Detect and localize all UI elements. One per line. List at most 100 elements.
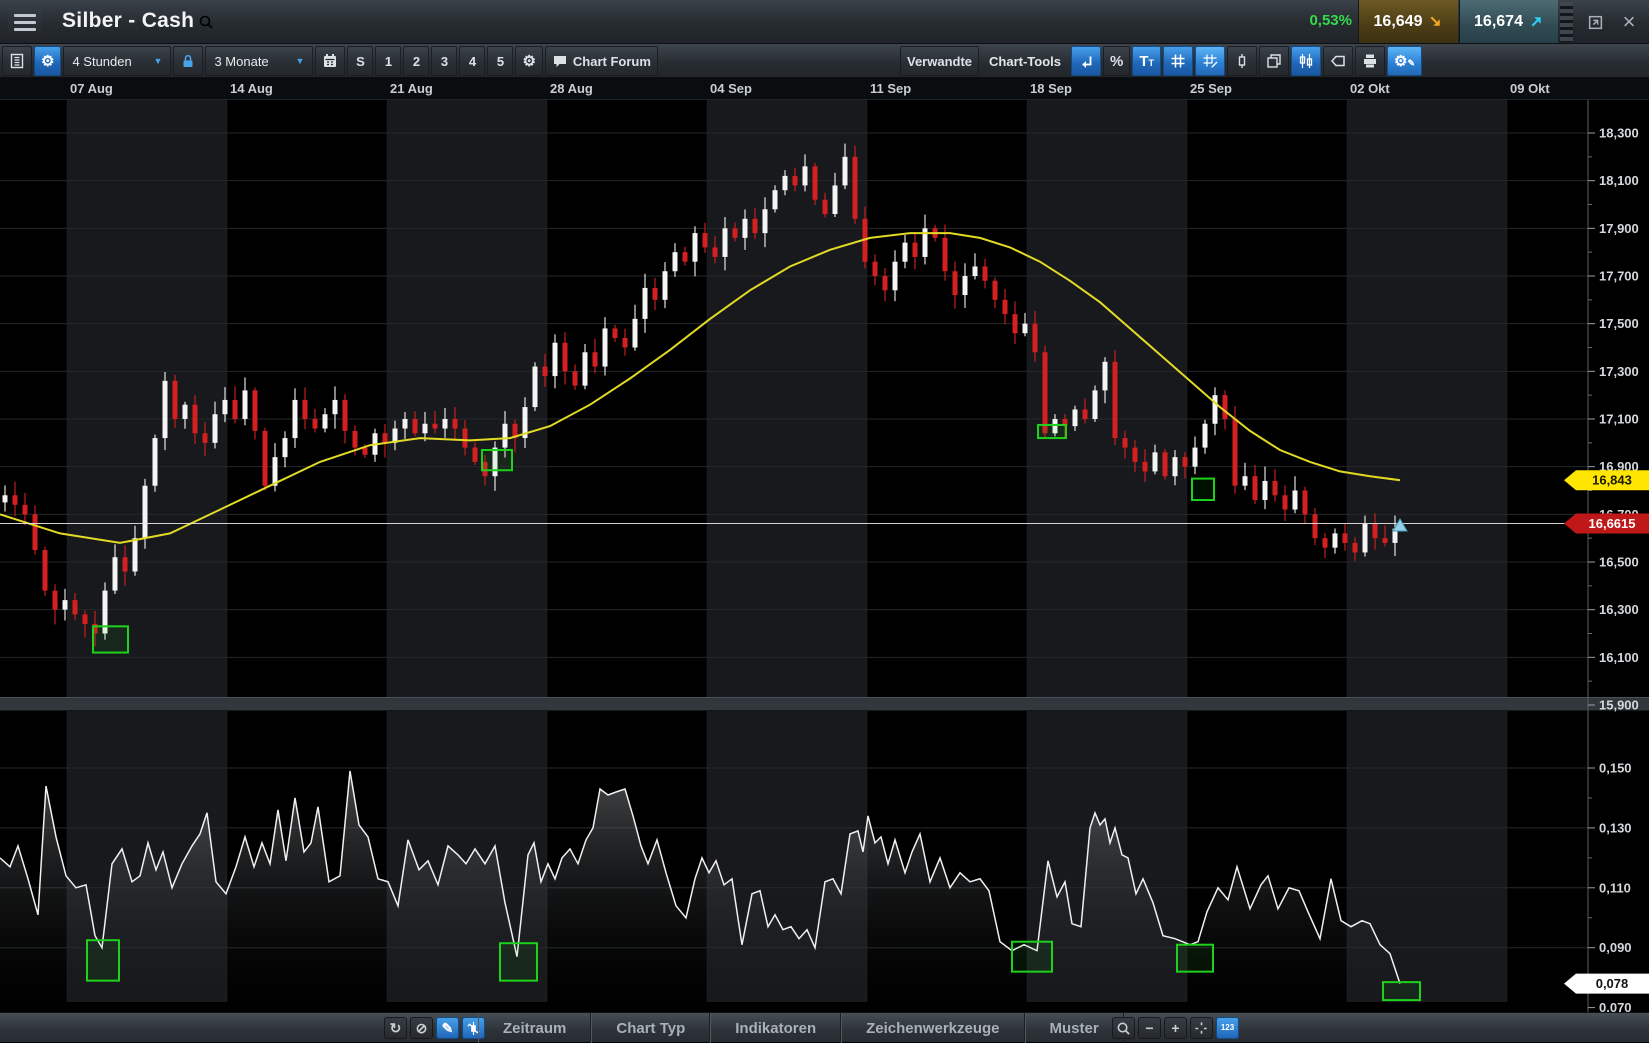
toolbar-chart-forum-button[interactable]: Chart Forum xyxy=(545,46,658,76)
toolbar-chart-type-button[interactable] xyxy=(1291,46,1321,76)
menu-zeitraum[interactable]: Zeitraum xyxy=(478,1013,591,1043)
pattern-box xyxy=(1038,425,1066,438)
bottom-axis-values-button[interactable]: 123 xyxy=(1216,1017,1239,1039)
candle-icon xyxy=(1234,53,1250,69)
y-axis-label: 16,300 xyxy=(1599,602,1639,617)
y-axis-label: 17,500 xyxy=(1599,316,1639,331)
svg-text:0,078: 0,078 xyxy=(1596,976,1629,991)
toolbar-s-button[interactable]: S xyxy=(347,46,373,76)
bottom-refresh-button[interactable]: ↻ xyxy=(384,1017,407,1039)
y-axis-label: 0,070 xyxy=(1599,1000,1632,1012)
calendar-icon xyxy=(322,53,338,69)
bottom-plus-button[interactable]: + xyxy=(1164,1017,1187,1039)
button-label: Verwandte xyxy=(907,54,972,69)
price-up-arrow-icon xyxy=(1529,14,1544,29)
y-axis-label: 17,100 xyxy=(1599,411,1639,426)
sell-price-button[interactable]: 16,649 xyxy=(1358,0,1458,43)
button-label: 1 xyxy=(385,54,392,69)
y-axis[interactable]: 18,30018,10017,90017,70017,50017,30017,1… xyxy=(1588,100,1639,1012)
toolbar-percent-button[interactable]: % xyxy=(1103,46,1130,76)
indicator-value-tag: 0,078 xyxy=(1564,974,1649,994)
buy-price-button[interactable]: 16,674 xyxy=(1459,0,1558,43)
crosshair-icon xyxy=(1194,1021,1209,1036)
x-axis-label: 25 Sep xyxy=(1190,81,1232,96)
toolbar-price-tag-button[interactable] xyxy=(1323,46,1353,76)
toolbar-candle-button[interactable] xyxy=(1227,46,1257,76)
bottom-minus-button[interactable]: − xyxy=(1138,1017,1161,1039)
close-icon[interactable]: × xyxy=(1614,8,1644,36)
toolbar-verwandte-button[interactable]: Verwandte xyxy=(900,46,979,76)
price-chart[interactable]: 18,30018,10017,90017,70017,50017,30017,1… xyxy=(0,100,1649,1012)
search-icon[interactable] xyxy=(196,12,216,32)
x-axis-label: 18 Sep xyxy=(1030,81,1072,96)
x-axis-label: 02 Okt xyxy=(1350,81,1390,96)
bottom-ban-button[interactable]: ⊘ xyxy=(410,1017,433,1039)
bottom-crosshair-button[interactable] xyxy=(1190,1017,1213,1039)
toolbar-lock-button[interactable] xyxy=(173,46,203,76)
y-axis-label: 17,900 xyxy=(1599,221,1639,236)
y-axis-label: 18,100 xyxy=(1599,173,1639,188)
toolbar-3-button[interactable]: 3 xyxy=(431,46,457,76)
ban-icon: ⊘ xyxy=(416,1021,428,1035)
axis-values-icon: 123 xyxy=(1221,1024,1234,1032)
toolbar-grid-button[interactable] xyxy=(1163,46,1193,76)
printer-icon xyxy=(1362,53,1378,69)
dropdown-value: 3 Monate xyxy=(214,54,268,69)
bottom-toolbar-right-icons: −+123 xyxy=(1112,1017,1239,1039)
y-axis-label: 16,100 xyxy=(1599,650,1639,665)
toolbar-calendar-button[interactable] xyxy=(315,46,345,76)
minus-icon: − xyxy=(1145,1021,1153,1035)
x-axis-label: 11 Sep xyxy=(870,81,911,96)
menu-indikatoren[interactable]: Indikatoren xyxy=(710,1013,841,1043)
bottom-toolbar: ↻ ⊘ ✎ ZeitraumChart TypIndikatorenZeichenw… xyxy=(0,1012,1649,1042)
grid-edit-icon xyxy=(1202,53,1218,69)
toolbar-undo-button[interactable] xyxy=(1071,46,1101,76)
popout-icon[interactable] xyxy=(1580,8,1610,36)
chevron-down-icon: ▼ xyxy=(296,56,305,66)
windows-icon xyxy=(1266,53,1282,69)
toolbar-grid-edit-button[interactable] xyxy=(1195,46,1225,76)
toolbar-gear-edit-button[interactable]: ⚙✎ xyxy=(1387,46,1422,76)
toolbar-list-button[interactable] xyxy=(2,46,32,76)
toolbar-dropdown-4-stunden[interactable]: 4 Stunden▼ xyxy=(63,46,171,76)
toolbar-dropdown-3-monate[interactable]: 3 Monate ▼ xyxy=(205,46,313,76)
undo-icon xyxy=(1078,53,1094,69)
y-axis-label: 0,090 xyxy=(1599,940,1632,955)
chart-toolbar: ⚙4 Stunden▼3 Monate▼S12345⚙Chart Forum V… xyxy=(0,44,1649,78)
pattern-box xyxy=(482,450,512,470)
pattern-box xyxy=(87,940,119,980)
button-label: Chart-Tools xyxy=(989,54,1061,69)
price-tag-icon xyxy=(1330,53,1346,69)
toolbar-windows-button[interactable] xyxy=(1259,46,1289,76)
menu-muster[interactable]: Muster xyxy=(1025,1013,1124,1043)
toolbar-text-format-button[interactable]: TT xyxy=(1132,46,1161,76)
y-axis-label: 15,900 xyxy=(1599,697,1639,712)
menu-icon[interactable] xyxy=(8,7,42,37)
x-axis-label: 14 Aug xyxy=(230,81,273,96)
comment-icon xyxy=(552,53,568,69)
toolbar-gear-button[interactable]: ⚙ xyxy=(515,46,542,76)
button-label: 3 xyxy=(441,54,448,69)
y-axis-label: 0,110 xyxy=(1599,880,1631,895)
ma-price-tag: 16,843 xyxy=(1564,470,1649,490)
zoom-icon xyxy=(1116,1021,1131,1036)
pattern-box xyxy=(93,626,128,652)
y-axis-label: 17,700 xyxy=(1599,268,1639,283)
button-label: Chart Forum xyxy=(573,54,651,69)
menu-zeichenwerkzeuge[interactable]: Zeichenwerkzeuge xyxy=(841,1013,1024,1043)
toolbar-2-button[interactable]: 2 xyxy=(403,46,429,76)
bottom-zoom-button[interactable] xyxy=(1112,1017,1135,1039)
bottom-pencil-button[interactable]: ✎ xyxy=(436,1017,459,1039)
toolbar-printer-button[interactable] xyxy=(1355,46,1385,76)
panel-divider[interactable] xyxy=(0,697,1649,711)
menu-chart-typ[interactable]: Chart Typ xyxy=(591,1013,710,1043)
toolbar-gear-button[interactable]: ⚙ xyxy=(34,46,61,76)
x-axis-label: 04 Sep xyxy=(710,81,752,96)
window-grip[interactable] xyxy=(1560,2,1573,42)
toolbar-4-button[interactable]: 4 xyxy=(459,46,485,76)
x-axis-label: 09 Okt xyxy=(1510,81,1550,96)
toolbar-chart-tools-label: Chart-Tools xyxy=(981,46,1069,76)
toolbar-1-button[interactable]: 1 xyxy=(375,46,401,76)
button-label: 5 xyxy=(497,54,504,69)
toolbar-5-button[interactable]: 5 xyxy=(487,46,513,76)
